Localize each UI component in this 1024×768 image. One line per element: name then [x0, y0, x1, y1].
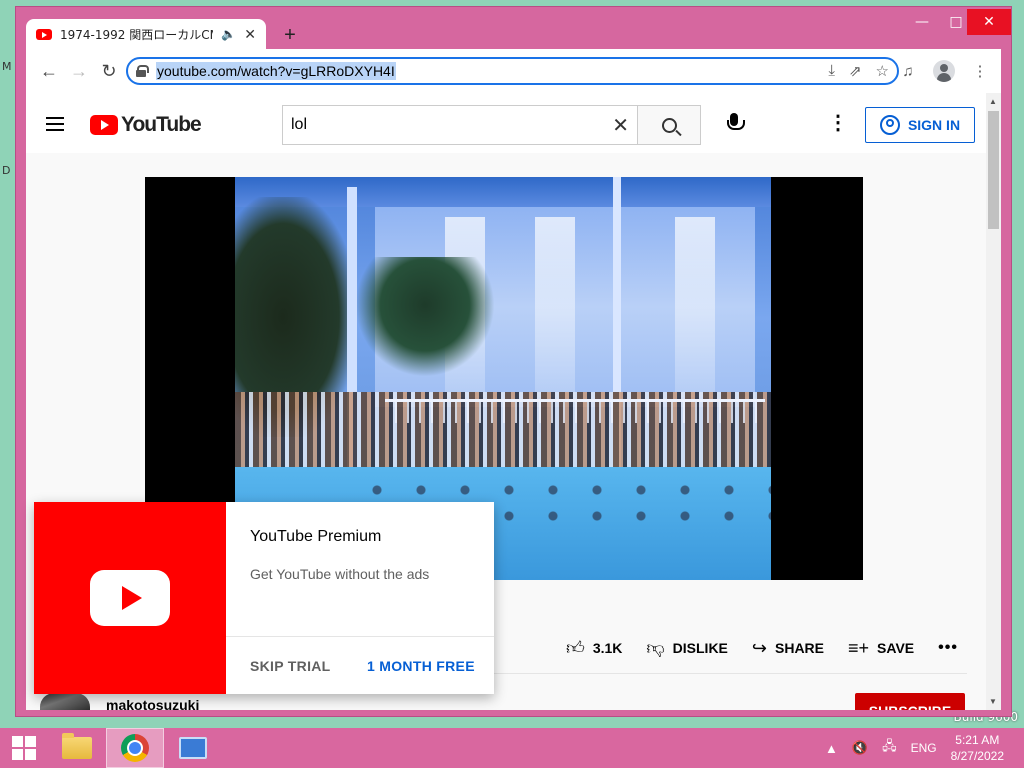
bookmark-star-icon[interactable]: ☆ [876, 62, 889, 80]
browser-toolbar: ← → ↻ youtube.com/watch?v=gLRRoDXYH4I ⤓ … [26, 49, 1001, 93]
minimize-button[interactable]: — [905, 9, 939, 35]
save-label: SAVE [877, 640, 915, 656]
taskbar-file-explorer[interactable] [48, 728, 106, 768]
scrollbar-thumb[interactable] [988, 111, 999, 229]
playlist-add-icon: ≡+ [848, 637, 870, 658]
scroll-down-icon[interactable]: ▼ [989, 697, 997, 706]
premium-subtitle: Get YouTube without the ads [250, 566, 430, 582]
clock-time: 5:21 AM [955, 733, 1000, 747]
voice-search-button[interactable] [722, 113, 746, 137]
show-hidden-icons-icon[interactable]: ▲ [825, 741, 838, 756]
clear-search-icon[interactable]: ✕ [612, 113, 629, 138]
youtube-premium-popup: YouTube Premium Get YouTube without the … [34, 502, 494, 694]
video-actions: 👍︎ 3.1K 👎︎ DISLIKE ↪ SHARE ≡+ SAVE ••• [566, 633, 958, 663]
scroll-up-icon[interactable]: ▲ [989, 97, 997, 106]
more-actions-icon[interactable]: ••• [938, 639, 958, 657]
search-button[interactable] [637, 105, 701, 145]
dislike-button[interactable]: 👎︎ DISLIKE [646, 637, 728, 659]
youtube-play-icon [90, 115, 118, 135]
search-icon [661, 117, 677, 133]
share-button[interactable]: ↪ SHARE [752, 638, 824, 659]
tab-close-button[interactable]: ✕ [244, 26, 256, 43]
microphone-icon [727, 113, 745, 130]
taskbar: ▲ 🔇 🖧 ENG 5:21 AM 8/27/2022 [0, 728, 1024, 768]
media-queue-icon[interactable]: ♫ [895, 58, 921, 84]
forward-arrow-icon[interactable]: → [64, 56, 94, 86]
page-scrollbar[interactable]: ▲ ▼ [986, 93, 1001, 710]
youtube-logo-text: YouTube [121, 113, 202, 136]
taskbar-remote-desktop[interactable] [164, 728, 222, 768]
windows-logo-icon [12, 736, 36, 760]
remote-desktop-icon [179, 737, 207, 759]
taskbar-chrome[interactable] [106, 728, 164, 768]
channel-name[interactable]: makotosuzuki [106, 697, 199, 710]
hamburger-menu-icon[interactable] [46, 117, 64, 131]
youtube-favicon-icon [36, 28, 52, 40]
browser-tab[interactable]: 1974-1992 関西ローカルCM集 🔈 ✕ [26, 19, 266, 49]
profile-icon [933, 60, 955, 82]
save-button[interactable]: ≡+ SAVE [848, 638, 914, 659]
chrome-icon [121, 734, 149, 762]
system-tray: ▲ 🔇 🖧 ENG 5:21 AM 8/27/2022 [825, 732, 1024, 764]
close-window-button[interactable]: ✕ [967, 9, 1011, 35]
account-icon [879, 115, 900, 135]
search-query[interactable]: lol [291, 116, 612, 134]
network-icon[interactable]: 🖧 [882, 737, 897, 759]
speaker-icon[interactable]: 🔈 [221, 27, 236, 41]
share-icon[interactable]: ⇗ [849, 62, 862, 80]
channel-avatar[interactable] [40, 693, 90, 710]
tab-title: 1974-1992 関西ローカルCM集 [60, 27, 213, 42]
new-tab-button[interactable]: + [278, 23, 302, 47]
youtube-logo[interactable]: YouTube [90, 113, 202, 137]
share-label: SHARE [775, 640, 825, 656]
folder-icon [62, 733, 92, 759]
search-input[interactable]: lol ✕ [282, 105, 637, 145]
divider [226, 636, 494, 637]
start-button[interactable] [0, 728, 48, 768]
like-count: 3.1K [592, 640, 623, 656]
youtube-play-icon [90, 570, 170, 626]
premium-title: YouTube Premium [250, 528, 382, 545]
sign-in-button[interactable]: SIGN IN [865, 107, 975, 143]
thumbs-down-icon: 👎︎ [646, 638, 665, 658]
url-text[interactable]: youtube.com/watch?v=gLRRoDXYH4I [156, 62, 396, 80]
desktop-edge-letter-d: D [2, 164, 11, 177]
clock[interactable]: 5:21 AM 8/27/2022 [951, 732, 1004, 764]
dislike-label: DISLIKE [672, 640, 728, 656]
desktop-edge-letter-m: M [2, 60, 12, 73]
premium-banner [34, 502, 226, 694]
volume-muted-icon[interactable]: 🔇 [852, 740, 868, 756]
profile-avatar[interactable] [931, 58, 957, 84]
browser-menu-icon[interactable]: ⋮ [967, 58, 993, 84]
address-bar[interactable]: youtube.com/watch?v=gLRRoDXYH4I ⤓ ⇗ ☆ [126, 57, 899, 85]
like-button[interactable]: 👍︎ 3.1K [566, 637, 622, 659]
language-indicator[interactable]: ENG [911, 741, 937, 755]
clock-date: 8/27/2022 [950, 749, 1004, 763]
subscribe-button[interactable]: SUBSCRIBE [855, 693, 965, 710]
reload-icon[interactable]: ↻ [94, 56, 124, 86]
back-arrow-icon[interactable]: ← [34, 56, 64, 86]
youtube-header: YouTube lol ✕ ⋮ SIGN IN [26, 93, 986, 153]
settings-menu-icon[interactable]: ⋮ [826, 113, 850, 137]
sign-in-label: SIGN IN [907, 117, 961, 133]
free-month-button[interactable]: 1 MONTH FREE [367, 658, 475, 674]
skip-trial-button[interactable]: SKIP TRIAL [250, 658, 331, 674]
thumbs-up-icon: 👍︎ [566, 638, 585, 658]
install-app-icon[interactable]: ⤓ [828, 62, 835, 80]
share-arrow-icon: ↪ [751, 637, 767, 658]
lock-icon[interactable] [136, 65, 149, 77]
